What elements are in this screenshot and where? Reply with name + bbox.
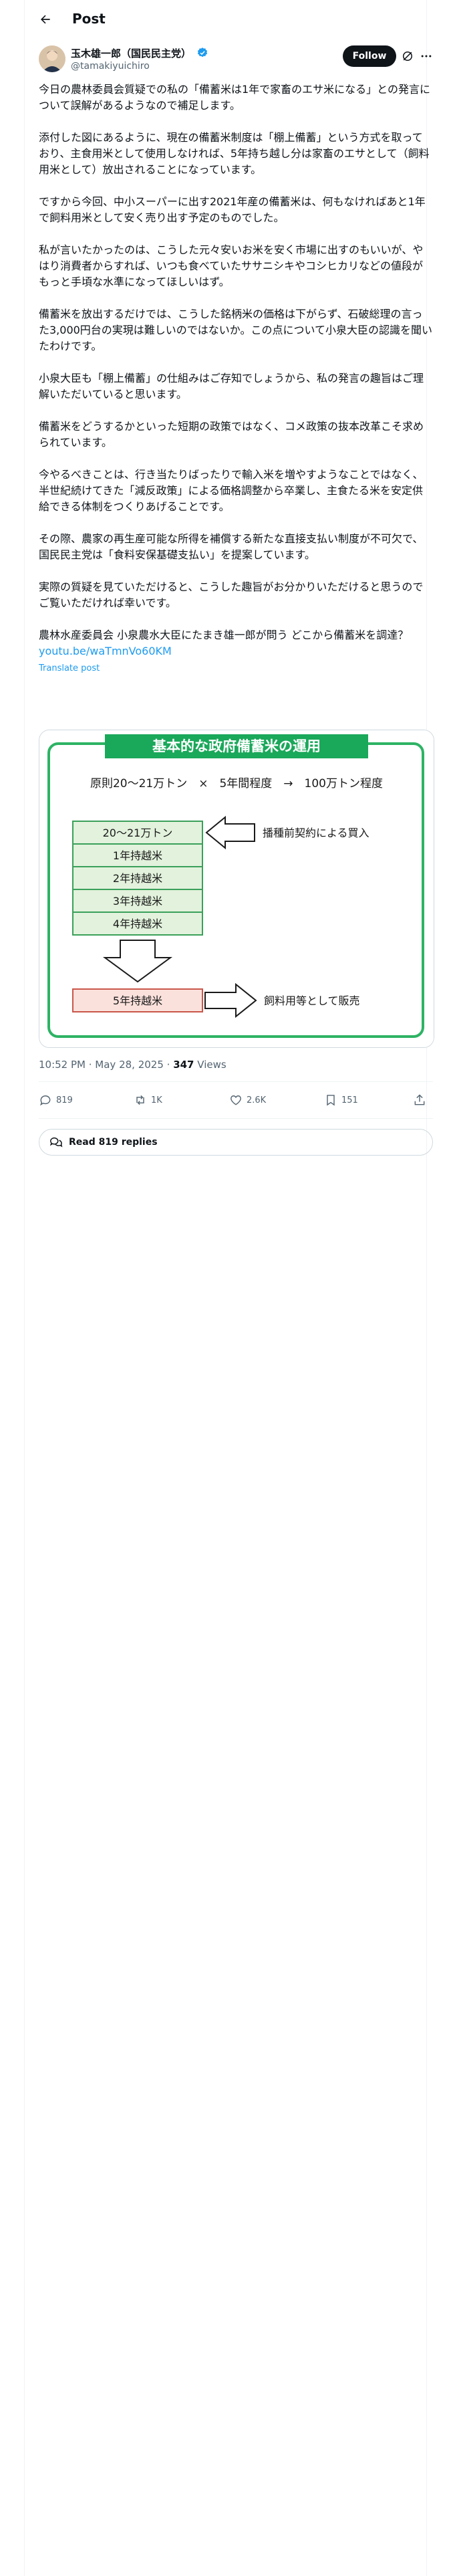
tweet-paragraph: 備蓄米を放出するだけでは、こうした銘柄米の価格は下がらず、石破総理の言った3,0… xyxy=(39,308,433,352)
chat-bubbles-icon xyxy=(49,1137,63,1148)
read-replies-button[interactable]: Read 819 replies xyxy=(39,1129,433,1156)
page-title: Post xyxy=(72,11,106,27)
stock-rows: 20～21万トン 1年持越米 2年持越米 3年持越米 4年持越米 xyxy=(72,821,203,936)
bookmark-count: 151 xyxy=(341,1095,358,1105)
tweet-paragraph: 今やるべきことは、行き当たりばったりで輸入米を増やすようなことではなく、半世紀続… xyxy=(39,468,424,513)
views-count: 347 xyxy=(173,1059,194,1071)
row-label: 4年持越米 xyxy=(113,918,162,930)
translate-post-link[interactable]: Translate post xyxy=(39,661,433,677)
share-icon xyxy=(414,1094,425,1105)
repost-count: 1K xyxy=(151,1095,162,1105)
author-name[interactable]: 玉木雄一郎（国民民主党） xyxy=(71,47,191,60)
final-row-label: 5年持越米 xyxy=(113,994,162,1007)
back-arrow-icon xyxy=(41,15,50,24)
repost-icon xyxy=(136,1095,144,1105)
bookmark-icon xyxy=(327,1095,335,1106)
verified-badge-icon xyxy=(197,47,208,58)
grok-icon[interactable] xyxy=(401,49,414,63)
diagram-formula: 原則20～21万トン × 5年間程度 → 100万トン程度 xyxy=(90,777,383,790)
stockpile-diagram: 基本的な政府備蓄米の運用 原則20～21万トン × 5年間程度 → 100万トン… xyxy=(39,730,434,1047)
divider xyxy=(39,1081,433,1082)
purchase-label: 播種前契約による買入 xyxy=(263,827,369,839)
post-timestamp[interactable]: 10:52 PM · May 28, 2025 xyxy=(39,1059,164,1071)
tweet-paragraph: 農林水産委員会 小泉農水大臣にたまき雄一郎が問う どこから備蓄米を調達？ xyxy=(39,629,409,641)
post-meta: 10:52 PM · May 28, 2025 · 347 Views xyxy=(39,1058,227,1071)
like-count: 2.6K xyxy=(247,1095,267,1105)
reply-count: 819 xyxy=(56,1095,73,1105)
meta-separator: · xyxy=(163,1059,174,1071)
row-label: 2年持越米 xyxy=(113,872,162,885)
divider xyxy=(39,1118,433,1119)
follow-button[interactable]: Follow xyxy=(343,45,396,67)
repost-button[interactable]: 1K xyxy=(134,1089,162,1111)
read-replies-label: Read 819 replies xyxy=(69,1137,158,1148)
tweet-paragraph: 今日の農林委員会質疑での私の「備蓄米は1年で家畜のエサ米になる」との発言について… xyxy=(39,83,431,112)
top-bar: Post xyxy=(24,0,427,39)
tweet-paragraph: 添付した図にあるように、現在の備蓄米制度は「棚上備蓄」という方式を取っており、主… xyxy=(39,131,430,176)
reply-button[interactable]: 819 xyxy=(39,1089,73,1111)
tweet-paragraph: ですから今回、中小スーパーに出す2021年産の備蓄米は、何もなければあと1年で飼… xyxy=(39,195,426,224)
row-label: 20～21万トン xyxy=(103,827,173,839)
tweet-paragraph: 小泉大臣も「棚上備蓄」の仕組みはご存知でしょうから、私の発言の趣旨はご理解いただ… xyxy=(39,372,424,401)
sale-label: 飼料用等として販売 xyxy=(264,994,360,1007)
avatar[interactable] xyxy=(39,45,65,72)
diagram-title: 基本的な政府備蓄米の運用 xyxy=(152,738,321,754)
video-link[interactable]: youtu.be/waTmnVo60KM xyxy=(39,643,433,659)
tweet-text: 今日の農林委員会質疑での私の「備蓄米は1年で家畜のエサ米になる」との発言について… xyxy=(39,82,433,677)
action-bar: 819 1K 2.6K 151 xyxy=(39,1089,433,1111)
author-handle[interactable]: @tamakiyuichiro xyxy=(71,60,150,72)
bookmark-button[interactable]: 151 xyxy=(324,1089,358,1111)
tweet-paragraph: 備蓄米をどうするかといった短期の政策ではなく、コメ政策の抜本改革こそ求められてい… xyxy=(39,420,424,449)
share-button[interactable] xyxy=(413,1089,426,1111)
like-button[interactable]: 2.6K xyxy=(229,1089,266,1111)
tweet-paragraph: 私が言いたかったのは、こうした元々安いお米を安く市場に出すのもいいが、やはり消費… xyxy=(39,243,424,288)
tweet-paragraph: 実際の質疑を見ていただけると、こうした趣旨がお分かりいただけると思うのでご覧いた… xyxy=(39,580,424,609)
row-label: 3年持越米 xyxy=(113,895,162,907)
back-button[interactable] xyxy=(35,9,56,30)
tweet-paragraph: その際、農家の再生産可能な所得を補償する新たな直接支払い制度が不可欠で、国民民主… xyxy=(39,532,424,561)
row-label: 1年持越米 xyxy=(113,849,162,862)
views-label: Views xyxy=(197,1059,227,1071)
reply-icon xyxy=(40,1095,51,1106)
like-icon xyxy=(231,1095,241,1105)
attached-image[interactable]: 基本的な政府備蓄米の運用 原則20～21万トン × 5年間程度 → 100万トン… xyxy=(39,730,434,1048)
more-icon[interactable] xyxy=(420,49,433,63)
